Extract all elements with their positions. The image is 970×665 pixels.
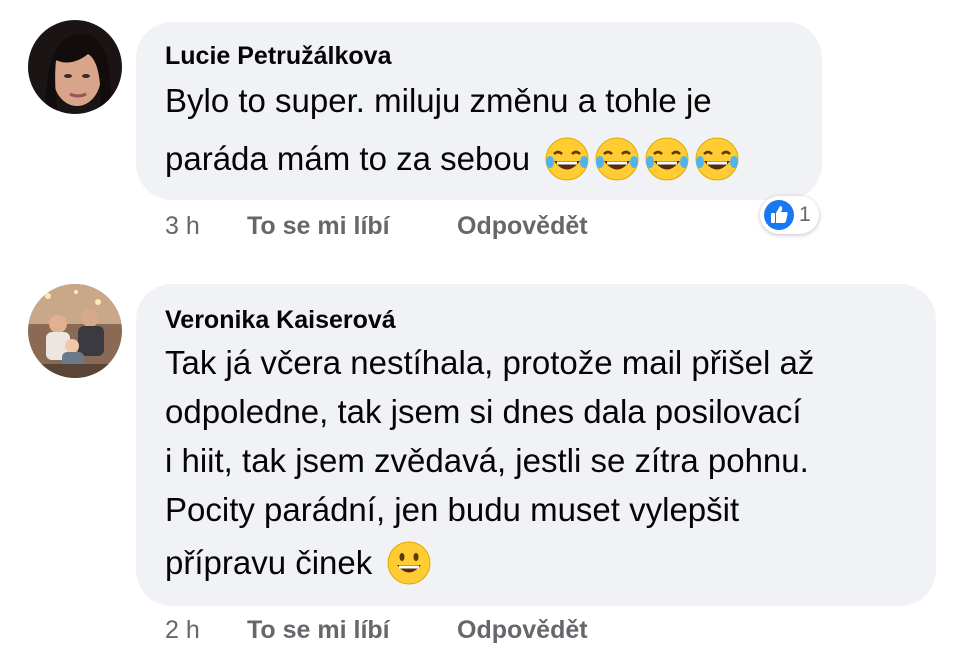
comment-text: Pocity parádní, jen budu muset vylepšit <box>165 491 740 528</box>
like-reaction-icon <box>764 200 794 230</box>
comment-text-line: přípravu činek <box>165 540 432 586</box>
laugh-tears-emoji <box>644 136 690 182</box>
comment-text-line: Tak já včera nestíhala, protože mail při… <box>165 344 814 382</box>
comments-thread: Lucie Petružálkova Bylo to super. miluju… <box>0 0 970 665</box>
laugh-tears-emoji <box>694 136 740 182</box>
laugh-tears-emoji <box>544 136 590 182</box>
reaction-count: 1 <box>799 203 811 226</box>
comment-text: i hiit, tak jsem zvědavá, jestli se zítr… <box>165 442 809 479</box>
reaction-badge[interactable]: 1 <box>760 196 819 234</box>
comment-text-line: Pocity parádní, jen budu muset vylepšit <box>165 491 739 529</box>
reply-button[interactable]: Odpovědět <box>457 212 588 241</box>
reply-button[interactable]: Odpovědět <box>457 616 588 645</box>
comment-author[interactable]: Lucie Petružálkova <box>165 42 391 71</box>
comment-text-line: odpoledne, tak jsem si dnes dala posilov… <box>165 393 802 431</box>
comment-text: odpoledne, tak jsem si dnes dala posilov… <box>165 393 802 430</box>
comment-text: Bylo to super. miluju změnu a tohle je <box>165 82 712 119</box>
comment-text-line: i hiit, tak jsem zvědavá, jestli se zítr… <box>165 442 809 480</box>
comment-actions: 2 h To se mi líbí Odpovědět <box>165 616 588 645</box>
avatar[interactable] <box>28 284 122 378</box>
like-button[interactable]: To se mi líbí <box>247 616 457 645</box>
comment-text: Tak já včera nestíhala, protože mail při… <box>165 344 815 381</box>
comment-text-line: paráda mám to za sebou <box>165 136 740 182</box>
comment-text: paráda mám to za sebou <box>165 140 531 177</box>
comment-actions: 3 h To se mi líbí Odpovědět <box>165 212 588 241</box>
laugh-tears-emoji <box>594 136 640 182</box>
comment-timestamp[interactable]: 2 h <box>165 616 247 645</box>
comment-text-line: Bylo to super. miluju změnu a tohle je <box>165 82 712 120</box>
avatar[interactable] <box>28 20 122 114</box>
comment-author[interactable]: Veronika Kaiserová <box>165 306 396 335</box>
like-button[interactable]: To se mi líbí <box>247 212 457 241</box>
comment-timestamp[interactable]: 3 h <box>165 212 247 241</box>
comment-text: přípravu činek <box>165 544 373 581</box>
smile-emoji <box>386 540 432 586</box>
